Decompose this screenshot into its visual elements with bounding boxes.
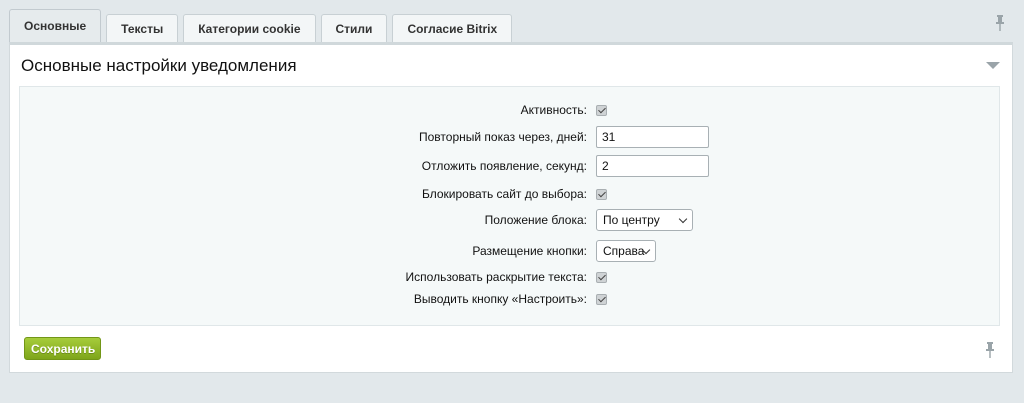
- triangle-down-icon[interactable]: [986, 62, 1000, 69]
- block-site-checkbox[interactable]: [596, 188, 607, 200]
- tab-bitrix-consent[interactable]: Согласие Bitrix: [392, 14, 513, 42]
- tab-bar: Основные Тексты Категории cookie Стили С…: [9, 9, 517, 42]
- panel-title: Основные настройки уведомления: [21, 56, 297, 75]
- position-label: Положение блока:: [484, 213, 587, 227]
- button-place-select[interactable]: Справа: [596, 240, 656, 262]
- row-delay: Отложить появление, секунд:: [20, 154, 999, 178]
- expand-label: Использовать раскрытие текста:: [405, 270, 587, 284]
- configure-label: Выводить кнопку «Настроить»:: [413, 292, 587, 306]
- row-block: Блокировать сайт до выбора:: [20, 182, 999, 206]
- delay-seconds-input[interactable]: [596, 155, 709, 177]
- position-value: По центру: [603, 213, 660, 227]
- active-checkbox[interactable]: [596, 104, 607, 116]
- block-label: Блокировать сайт до выбора:: [421, 187, 587, 201]
- row-repeat: Повторный показ через, дней:: [20, 125, 999, 149]
- row-expand: Использовать раскрытие текста:: [20, 265, 999, 289]
- settings-form: Активность: Повторный показ через, дней:…: [19, 86, 1000, 326]
- tab-main[interactable]: Основные: [9, 9, 102, 42]
- button-place-label: Размещение кнопки:: [472, 244, 587, 258]
- position-select[interactable]: По центру: [596, 209, 693, 231]
- tab-texts[interactable]: Тексты: [106, 14, 179, 42]
- active-label: Активность:: [520, 103, 587, 117]
- button-place-value: Справа: [603, 244, 645, 258]
- pin-icon[interactable]: [985, 342, 995, 358]
- settings-panel: Основные настройки уведомления Активност…: [9, 42, 1013, 373]
- tab-styles[interactable]: Стили: [320, 14, 388, 42]
- repeat-days-input[interactable]: [596, 126, 709, 148]
- configure-button-checkbox[interactable]: [596, 293, 607, 305]
- row-button-place: Размещение кнопки: Справа: [20, 239, 999, 263]
- row-position: Положение блока: По центру: [20, 208, 999, 232]
- row-configure: Выводить кнопку «Настроить»:: [20, 287, 999, 311]
- delay-label: Отложить появление, секунд:: [421, 159, 587, 173]
- row-active: Активность:: [20, 98, 999, 122]
- repeat-label: Повторный показ через, дней:: [419, 130, 587, 144]
- save-button[interactable]: Сохранить: [24, 337, 101, 360]
- chevron-down-icon: [678, 214, 688, 224]
- expand-text-checkbox[interactable]: [596, 271, 607, 283]
- pin-icon[interactable]: [995, 15, 1005, 31]
- tab-cookie-categories[interactable]: Категории cookie: [183, 14, 316, 42]
